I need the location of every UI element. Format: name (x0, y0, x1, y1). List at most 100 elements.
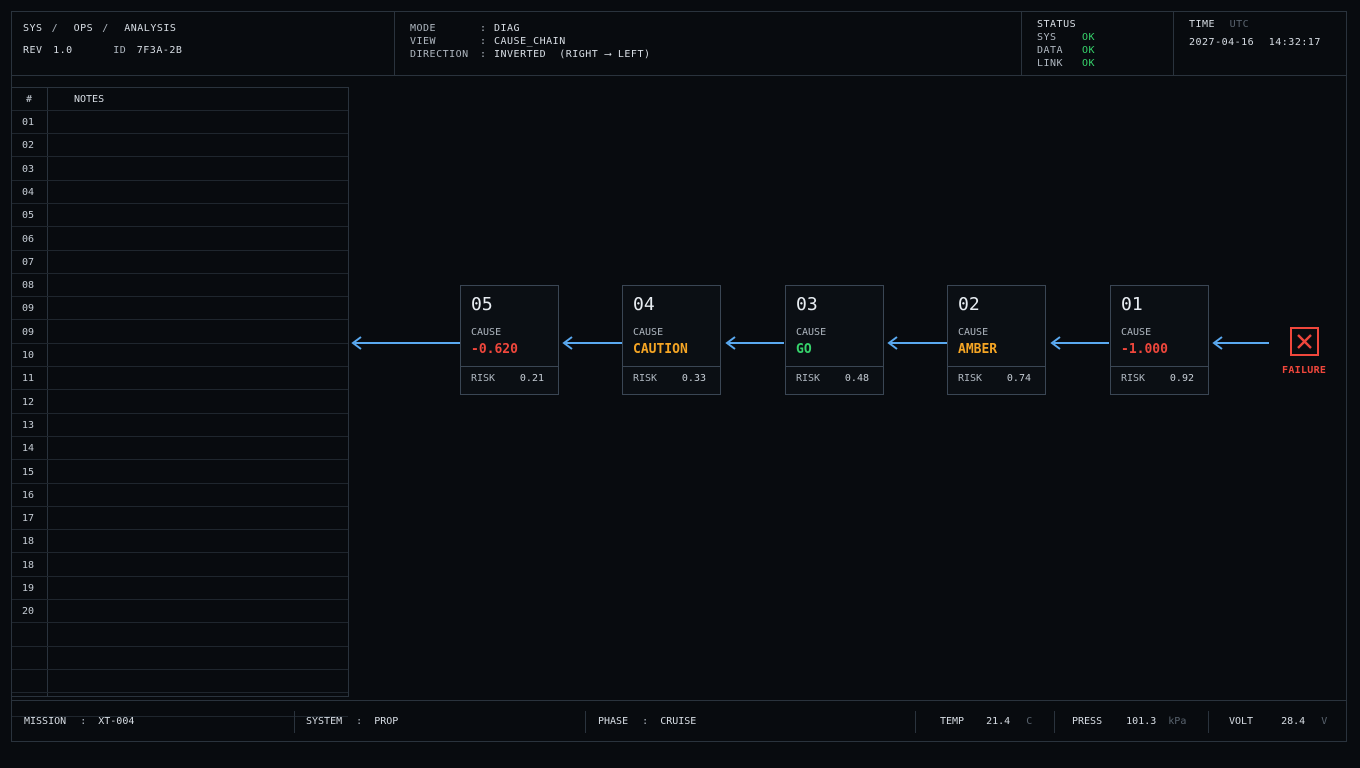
time-zone: UTC (1229, 19, 1250, 30)
notes-row-number: 19 (22, 583, 35, 594)
notes-header-row: # NOTES (12, 88, 348, 111)
id-value: 7F3A-2B (136, 45, 183, 56)
footer-divider (915, 711, 916, 733)
chain-arrow (562, 336, 622, 350)
header-mode: MODE: DIAG VIEW: CAUSE_CHAIN DIRECTION: INV… (395, 12, 1022, 75)
phase-value: CRUISE (660, 716, 697, 727)
notes-row[interactable]: 09 (12, 297, 348, 321)
notes-row[interactable]: 15 (12, 461, 348, 484)
notes-row[interactable]: 17 (12, 507, 348, 531)
cause-node-01[interactable]: 01 CAUSE -1.000 RISK 0.92 (1110, 285, 1209, 395)
notes-row-number: 01 (22, 117, 35, 128)
notes-row[interactable]: 19 (12, 577, 348, 600)
time-date: 2027-04-16 (1189, 37, 1255, 48)
notes-row[interactable]: 18 (12, 554, 348, 577)
node-id: 03 (796, 294, 818, 315)
id-label: ID (113, 45, 127, 56)
notes-row[interactable]: 12 (12, 391, 348, 414)
volt-label: VOLT (1229, 716, 1254, 727)
notes-row[interactable]: 16 (12, 484, 348, 507)
mode-key: MODE (410, 23, 437, 34)
risk-divider (948, 366, 1045, 367)
cause-label: CAUSE (958, 327, 989, 338)
view-key: VIEW (410, 36, 437, 47)
notes-row-number: 09 (22, 303, 35, 315)
notes-row[interactable]: 04 (12, 181, 348, 204)
risk-divider (786, 366, 883, 367)
notes-row[interactable]: 11 (12, 367, 348, 391)
risk-label: RISK (796, 373, 821, 384)
notes-row[interactable]: 01 (12, 111, 348, 134)
notes-row[interactable]: 13 (12, 414, 348, 437)
mission-value: XT-004 (98, 716, 135, 727)
breadcrumb-analysis[interactable]: ANALYSIS (124, 23, 176, 34)
notes-row[interactable]: 07 (12, 251, 348, 274)
notes-row-number: 16 (22, 489, 35, 501)
notes-header-notes: NOTES (74, 94, 105, 105)
notes-row-number: 07 (22, 256, 35, 268)
notes-row[interactable]: 20 (12, 600, 348, 624)
notes-row[interactable] (12, 670, 348, 694)
cause-value: -0.620 (471, 342, 518, 357)
risk-value: 0.92 (1169, 373, 1194, 384)
risk-label: RISK (471, 373, 496, 384)
notes-row[interactable]: 18 (12, 530, 348, 554)
footer-divider (1208, 711, 1209, 733)
cause-value: AMBER (958, 342, 998, 357)
notes-row[interactable]: 14 (12, 437, 348, 461)
status-link-key: LINK (1037, 58, 1064, 69)
cause-node-03[interactable]: 03 CAUSE GO RISK 0.48 (785, 285, 884, 395)
cause-node-04[interactable]: 04 CAUSE CAUTION RISK 0.33 (622, 285, 721, 395)
rev-label: REV (23, 45, 43, 56)
time-label: TIME (1189, 19, 1216, 30)
header-identity: SYS / OPS / ANALYSIS REV 1.0 ID 7F3A-2B (12, 12, 395, 75)
breadcrumb-sys[interactable]: SYS (23, 23, 43, 34)
notes-row[interactable]: 09 (12, 321, 348, 344)
cause-value: -1.000 (1121, 342, 1168, 357)
footer-bar: MISSION : XT-004 SYSTEM : PROP PHASE : C… (12, 700, 1346, 742)
chain-arrow (1212, 336, 1269, 350)
notes-row-number: 03 (22, 163, 35, 175)
status-data-key: DATA (1037, 45, 1064, 56)
cause-node-02[interactable]: 02 CAUSE AMBER RISK 0.74 (947, 285, 1046, 395)
footer-mission: MISSION : XT-004 (24, 716, 135, 727)
risk-divider (623, 366, 720, 367)
view-row: VIEW: CAUSE_CHAIN (410, 36, 566, 47)
chain-arrow (1050, 336, 1109, 350)
temp-unit: C (1026, 716, 1033, 727)
notes-row[interactable]: 10 (12, 344, 348, 367)
revision-info: REV 1.0 ID 7F3A-2B (23, 45, 182, 56)
view-value: CAUSE_CHAIN (494, 36, 566, 47)
footer-divider (585, 711, 586, 733)
notes-row[interactable] (12, 624, 348, 647)
notes-row[interactable]: 08 (12, 274, 348, 298)
phase-label: PHASE (598, 716, 629, 727)
cause-value: CAUTION (633, 342, 688, 357)
footer-divider (1054, 711, 1055, 733)
notes-row[interactable]: 02 (12, 134, 348, 158)
time-clock: 14:32:17 (1268, 37, 1321, 48)
status-sys-value: OK (1082, 32, 1096, 43)
chain-arrow (887, 336, 947, 350)
cause-node-05[interactable]: 05 CAUSE -0.620 RISK 0.21 (460, 285, 559, 395)
notes-row[interactable]: 06 (12, 228, 348, 251)
hud-frame: SYS / OPS / ANALYSIS REV 1.0 ID 7F3A-2B MO… (11, 11, 1347, 742)
cause-label: CAUSE (471, 327, 502, 338)
notes-row[interactable]: 03 (12, 158, 348, 181)
node-id: 05 (471, 294, 493, 315)
status-data-row: DATA OK (1037, 45, 1095, 56)
notes-row-number: 06 (22, 233, 35, 245)
temp-label: TEMP (940, 716, 965, 727)
notes-row[interactable] (12, 647, 348, 670)
status-title: STATUS (1037, 19, 1077, 30)
footer-divider (294, 711, 295, 733)
failure-node[interactable] (1290, 327, 1319, 356)
risk-label: RISK (1121, 373, 1146, 384)
breadcrumb-ops[interactable]: OPS (74, 23, 94, 34)
footer-volt: VOLT 28.4 V (1229, 711, 1327, 733)
notes-row[interactable]: 05 (12, 204, 348, 228)
volt-value: 28.4 (1281, 716, 1306, 727)
notes-row-number: 18 (22, 536, 35, 548)
close-x-icon (1297, 334, 1312, 349)
header-time: TIME UTC 2027-04-16 14:32:17 (1174, 12, 1346, 75)
